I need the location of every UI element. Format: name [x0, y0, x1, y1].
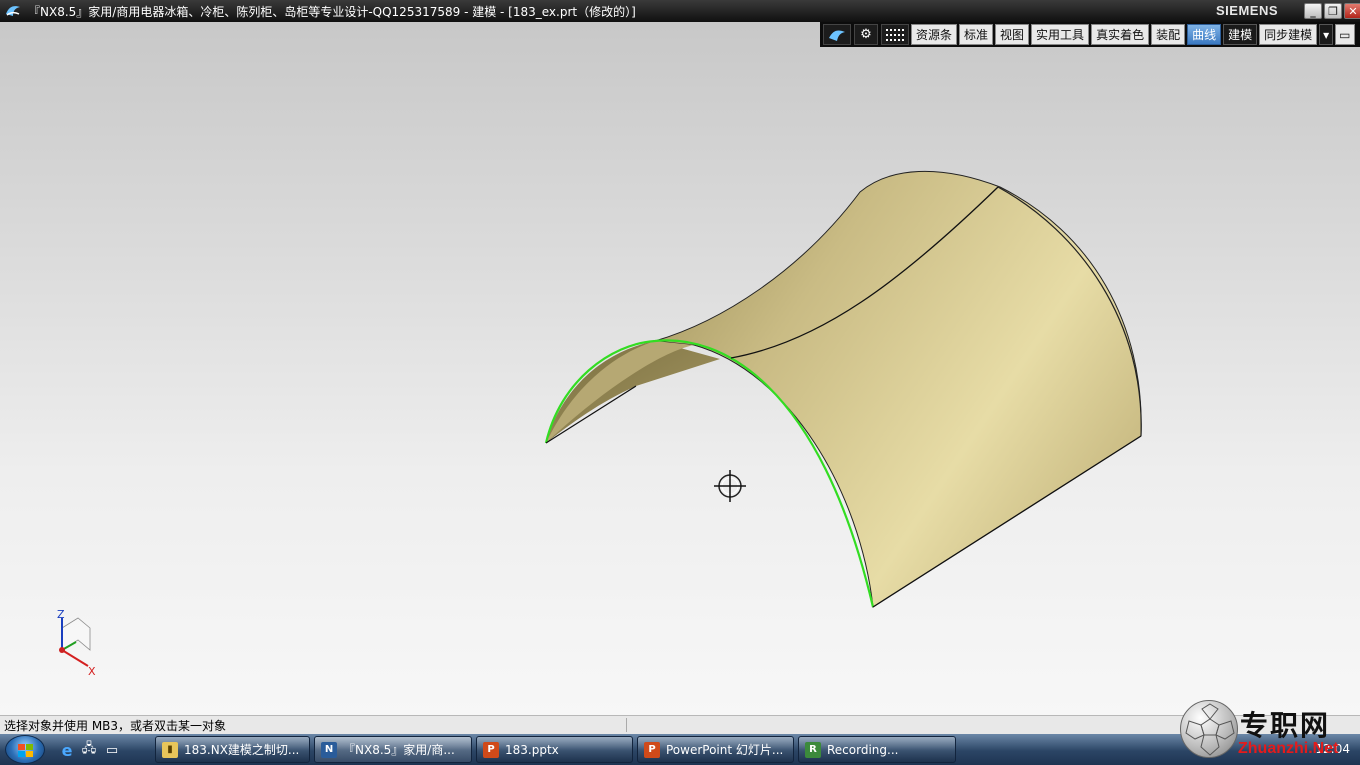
status-prompt: 选择对象并使用 MB3，或者双击某一对象 [4, 719, 227, 733]
powerpoint-icon: P [644, 741, 660, 758]
windows-taskbar: e 🖧 ▭ ▮ 183.NX建模之制切... N 『NX8.5』家用/商... … [0, 734, 1360, 765]
triad-z-label: Z [57, 608, 65, 621]
nx-quick-icon[interactable] [823, 24, 851, 45]
siemens-logo: SIEMENS [1215, 3, 1278, 18]
taskbar-item-label: 『NX8.5』家用/商... [343, 743, 455, 757]
close-button[interactable]: ✕ [1344, 3, 1360, 19]
tab-curve[interactable]: 曲线 [1187, 24, 1222, 45]
taskbar-item-recording[interactable]: R Recording... [798, 736, 956, 763]
graphics-viewport[interactable]: Z X [0, 22, 1360, 715]
start-button[interactable] [5, 735, 45, 764]
window-title: 『NX8.5』家用/商用电器冰箱、冷柜、陈列柜、岛柜等专业设计-QQ125317… [28, 4, 636, 19]
zhuanzhi-watermark: 专职网 Zhuanzhi.Net [1176, 698, 1360, 765]
taskbar-item-slideshow[interactable]: P PowerPoint 幻灯片... [637, 736, 794, 763]
minimize-button[interactable]: _ [1304, 3, 1322, 19]
soccer-ball-logo-icon [1180, 700, 1238, 758]
ribbon-bar: ⚙ 资源条 标准 视图 实用工具 真实着色 装配 曲线 建模 同步建模 ▾ ▭ [820, 22, 1360, 47]
network-computer-icon[interactable]: 🖧 [80, 741, 98, 759]
taskbar-item-folder[interactable]: ▮ 183.NX建模之制切... [155, 736, 310, 763]
triad-x-label: X [88, 665, 96, 678]
folder-icon: ▮ [162, 741, 178, 758]
internet-explorer-icon[interactable]: e [58, 741, 76, 760]
powerpoint-icon: P [483, 741, 499, 758]
taskbar-item-label: Recording... [827, 742, 899, 757]
taskbar-item-label: PowerPoint 幻灯片... [666, 743, 784, 757]
ribbon-more-icon[interactable]: ▾ [1319, 24, 1334, 45]
tab-assembly[interactable]: 装配 [1151, 24, 1186, 45]
crosshair-cursor-icon [714, 470, 746, 502]
taskbar-item-nx[interactable]: N 『NX8.5』家用/商... [314, 736, 472, 763]
grid-icon[interactable] [881, 24, 909, 45]
taskbar-item-pptx[interactable]: P 183.pptx [476, 736, 633, 763]
outer-surface[interactable] [654, 170, 1142, 608]
tab-synchronous-modeling[interactable]: 同步建模 [1259, 24, 1318, 45]
swept-surface-model[interactable]: Z X [0, 22, 1360, 715]
nx-app-icon[interactable] [4, 2, 22, 20]
recording-app-icon: R [805, 741, 821, 758]
tab-resource-bar[interactable]: 资源条 [911, 24, 958, 45]
tab-modeling[interactable]: 建模 [1223, 24, 1258, 45]
gear-icon[interactable]: ⚙ [854, 24, 878, 45]
taskbar-item-label: 183.pptx [505, 742, 559, 757]
status-bar: 选择对象并使用 MB3，或者双击某一对象 [0, 715, 1360, 734]
taskbar-item-label: 183.NX建模之制切... [184, 743, 300, 757]
tab-utilities[interactable]: 实用工具 [1031, 24, 1090, 45]
show-desktop-icon[interactable]: ▭ [103, 741, 121, 759]
tab-standard[interactable]: 标准 [959, 24, 994, 45]
tab-true-shading[interactable]: 真实着色 [1091, 24, 1150, 45]
ribbon-restore-icon[interactable]: ▭ [1335, 24, 1355, 45]
watermark-cn-text: 专职网 [1240, 709, 1331, 742]
watermark-en-text: Zhuanzhi.Net [1238, 740, 1339, 757]
restore-button[interactable]: ❐ [1324, 3, 1342, 19]
view-triad-icon[interactable] [59, 617, 91, 667]
nx-app-icon: N [321, 741, 337, 758]
title-bar: 『NX8.5』家用/商用电器冰箱、冷柜、陈列柜、岛柜等专业设计-QQ125317… [0, 0, 1360, 22]
tab-view[interactable]: 视图 [995, 24, 1030, 45]
status-divider [626, 718, 627, 732]
windows-flag-icon [18, 744, 33, 757]
